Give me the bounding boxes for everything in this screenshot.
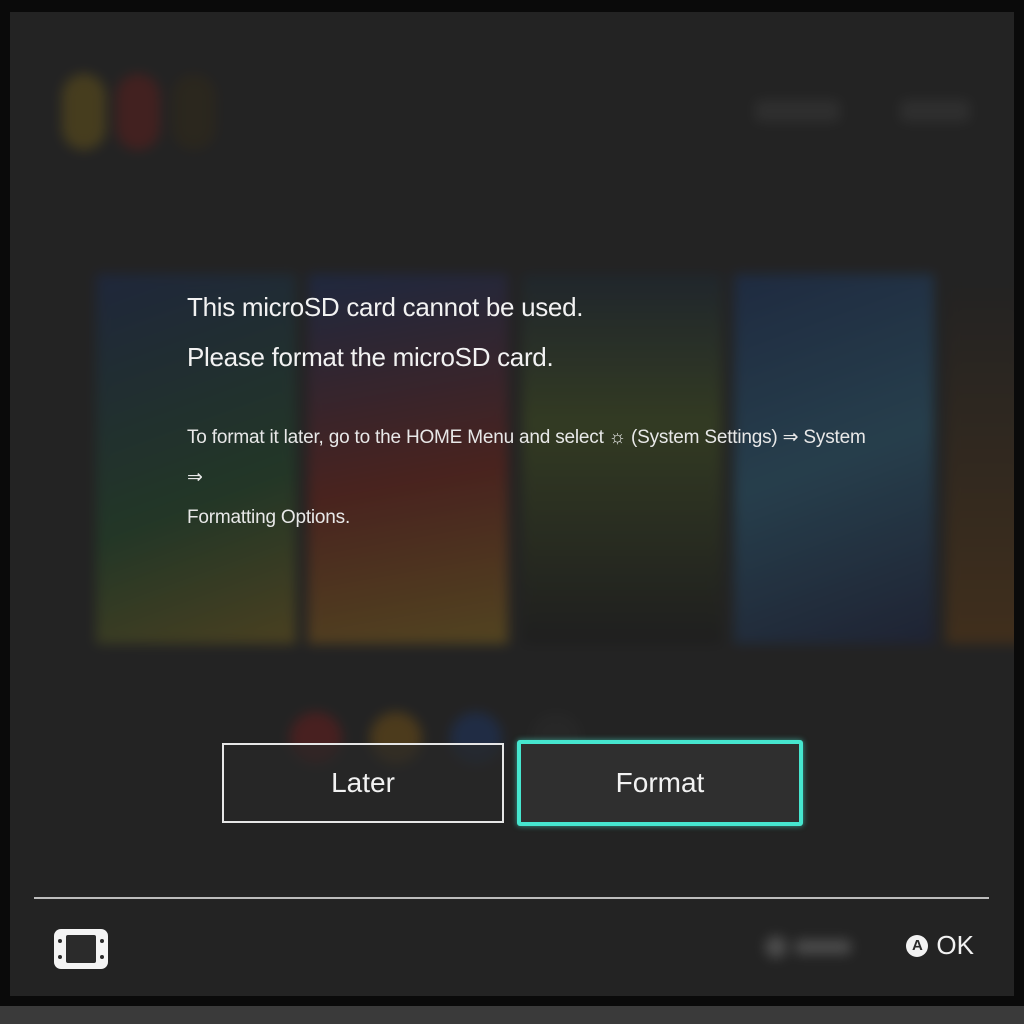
blurred-footer-hint <box>765 932 855 962</box>
home-screen: This microSD card cannot be used. Please… <box>10 12 1014 996</box>
later-button-label: Later <box>331 767 395 798</box>
message-line-1: This microSD card cannot be used. <box>187 292 584 322</box>
console-button-dot <box>58 939 62 943</box>
console-screen-shape <box>66 935 96 963</box>
format-button[interactable]: Format <box>517 740 803 826</box>
console-button-dot <box>58 955 62 959</box>
ok-label: OK <box>936 930 974 960</box>
dialog-message: This microSD card cannot be used. Please… <box>187 282 583 382</box>
blurred-button-glyph <box>765 936 787 958</box>
later-button[interactable]: Later <box>222 743 504 823</box>
handheld-console-icon <box>54 929 108 969</box>
format-button-label: Format <box>615 767 705 798</box>
info-line-1: To format it later, go to the HOME Menu … <box>187 427 866 488</box>
info-line-2: Formatting Options. <box>187 507 351 528</box>
footer-divider <box>34 897 989 899</box>
console-button-dot <box>100 955 104 959</box>
message-line-2: Please format the microSD card. <box>187 342 554 372</box>
dialog-info: To format it later, go to the HOME Menu … <box>187 418 867 538</box>
console-button-dot <box>100 939 104 943</box>
ok-hint[interactable]: A OK <box>906 930 974 961</box>
a-button-icon: A <box>906 934 929 957</box>
bottom-bezel <box>0 1006 1024 1024</box>
blurred-label <box>795 940 851 954</box>
